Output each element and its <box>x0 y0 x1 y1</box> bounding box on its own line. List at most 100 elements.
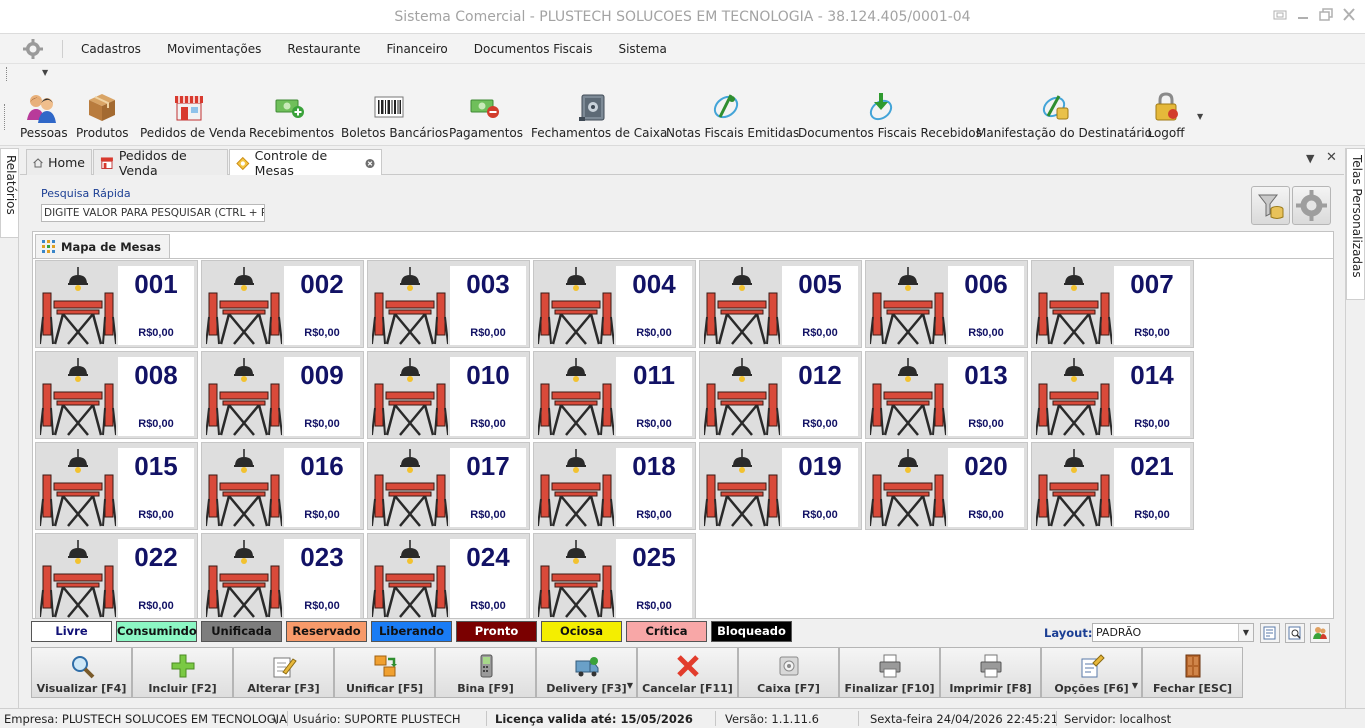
action-fechar-button[interactable]: Fechar [ESC] <box>1142 647 1243 698</box>
layout-select[interactable]: PADRÃO ▼ <box>1092 623 1254 642</box>
layout-users-button[interactable] <box>1310 623 1330 643</box>
action-incluir-button[interactable]: Incluir [F2] <box>132 647 233 698</box>
toolbar-pessoas-button[interactable]: Pessoas <box>20 90 68 144</box>
toolbar-overflow-dropdown-icon[interactable]: ▼ <box>1197 112 1203 121</box>
menu-movimentacoes[interactable]: Movimentações <box>154 34 274 64</box>
mesa-info-panel: 015 R$0,00 <box>118 448 194 527</box>
nfe-received-icon <box>869 93 893 121</box>
minimize-icon[interactable] <box>1295 8 1311 23</box>
mapa-de-mesas-tab[interactable]: Mapa de Mesas <box>35 234 170 258</box>
mesa-value: R$0,00 <box>470 418 506 430</box>
mesa-tile[interactable]: 021 R$0,00 <box>1031 442 1194 530</box>
side-tab-relatorios[interactable]: Relatórios <box>0 148 19 238</box>
layout-edit-button[interactable] <box>1260 623 1280 643</box>
mesa-tile[interactable]: 020 R$0,00 <box>865 442 1028 530</box>
action-bina-button[interactable]: Bina [F9] <box>435 647 536 698</box>
cancel-icon <box>676 655 699 677</box>
toolbar-boletos-button[interactable]: Boletos Bancários <box>341 90 449 144</box>
toolbar-fechamentos-caixa-button[interactable]: Fechamentos de Caixa <box>531 90 667 144</box>
mesa-tile[interactable]: 019 R$0,00 <box>699 442 862 530</box>
action-alterar-button[interactable]: Alterar [F3] <box>233 647 334 698</box>
mesa-tile[interactable]: 002 R$0,00 <box>201 260 364 348</box>
side-tab-telas-personalizadas[interactable]: Telas Personalizadas <box>1346 148 1365 300</box>
toolbar-logoff-button[interactable]: Logoff <box>1146 90 1186 144</box>
divider <box>715 711 716 726</box>
close-icon[interactable] <box>1341 8 1357 23</box>
menu-sistema[interactable]: Sistema <box>605 34 679 64</box>
dining-table-icon <box>704 267 780 345</box>
quick-access-dropdown-icon[interactable]: ▼ <box>42 68 48 77</box>
quick-search-input[interactable]: DIGITE VALOR PARA PESQUISAR (CTRL + P) <box>41 204 265 222</box>
layout-search-button[interactable] <box>1285 623 1305 643</box>
mesa-info-panel: 010 R$0,00 <box>450 357 526 436</box>
toolbar-pedidos-venda-button[interactable]: Pedidos de Venda <box>140 90 246 144</box>
mesa-tile[interactable]: 012 R$0,00 <box>699 351 862 439</box>
mesa-tile[interactable]: 015 R$0,00 <box>35 442 198 530</box>
action-finalizar-button[interactable]: Finalizar [F10] <box>839 647 940 698</box>
mesa-tile[interactable]: 014 R$0,00 <box>1031 351 1194 439</box>
toolbar-notas-emitidas-button[interactable]: Notas Fiscais Emitidas <box>666 90 799 144</box>
settings-button[interactable] <box>1292 186 1331 225</box>
mesa-tile[interactable]: 010 R$0,00 <box>367 351 530 439</box>
toolbar-grip[interactable] <box>6 67 8 81</box>
mesa-tile[interactable]: 023 R$0,00 <box>201 533 364 618</box>
mesa-tile[interactable]: 013 R$0,00 <box>865 351 1028 439</box>
action-opcoes-button[interactable]: Opções [F6] ▼ <box>1041 647 1142 698</box>
filter-database-button[interactable] <box>1251 186 1290 225</box>
mesa-tile[interactable]: 006 R$0,00 <box>865 260 1028 348</box>
mesa-tile[interactable]: 022 R$0,00 <box>35 533 198 618</box>
mesa-tile[interactable]: 009 R$0,00 <box>201 351 364 439</box>
mesa-info-panel: 018 R$0,00 <box>616 448 692 527</box>
mesa-tile[interactable]: 005 R$0,00 <box>699 260 862 348</box>
maximize-icon[interactable] <box>1318 8 1334 23</box>
dining-table-icon <box>870 358 946 436</box>
chevron-down-icon[interactable]: ▼ <box>627 681 633 690</box>
store-icon <box>174 96 203 121</box>
mesa-tile[interactable]: 018 R$0,00 <box>533 442 696 530</box>
action-imprimir-button[interactable]: Imprimir [F8] <box>940 647 1041 698</box>
mesa-value: R$0,00 <box>802 509 838 521</box>
mesa-tile[interactable]: 011 R$0,00 <box>533 351 696 439</box>
tab-home[interactable]: Home <box>26 149 92 175</box>
action-label: Visualizar [F4] <box>36 682 127 695</box>
toolbar-grip[interactable] <box>4 104 6 130</box>
mesa-tile[interactable]: 001 R$0,00 <box>35 260 198 348</box>
mesa-tile[interactable]: 024 R$0,00 <box>367 533 530 618</box>
toolbar-pagamentos-button[interactable]: Pagamentos <box>449 90 523 144</box>
close-tab-icon[interactable] <box>365 158 375 169</box>
mesa-tile[interactable]: 004 R$0,00 <box>533 260 696 348</box>
action-caixa-button[interactable]: Caixa [F7] <box>738 647 839 698</box>
mesa-tile[interactable]: 016 R$0,00 <box>201 442 364 530</box>
toolbar-boletos-label: Boletos Bancários <box>341 126 449 140</box>
action-cancelar-button[interactable]: Cancelar [F11] <box>637 647 738 698</box>
action-unificar-button[interactable]: Unificar [F5] <box>334 647 435 698</box>
chevron-down-icon[interactable]: ▼ <box>1238 624 1253 641</box>
restore-icon[interactable] <box>1272 8 1288 23</box>
mesa-info-panel: 024 R$0,00 <box>450 539 526 618</box>
toolbar-documentos-recebidos-button[interactable]: Documentos Fiscais Recebidos <box>798 90 982 144</box>
tab-controle-mesas[interactable]: Controle de Mesas <box>229 148 382 178</box>
action-delivery-button[interactable]: Delivery [F3] ▼ <box>536 647 637 698</box>
mesa-tile[interactable]: 003 R$0,00 <box>367 260 530 348</box>
menu-documentos-fiscais[interactable]: Documentos Fiscais <box>461 34 606 64</box>
toolbar-produtos-button[interactable]: Produtos <box>76 90 129 144</box>
toolbar-manifestacao-button[interactable]: Manifestação do Destinatário <box>976 90 1152 144</box>
mesa-tile[interactable]: 007 R$0,00 <box>1031 260 1194 348</box>
mesa-number: 017 <box>466 451 510 481</box>
menu-cadastros[interactable]: Cadastros <box>68 34 154 64</box>
close-all-tabs-icon[interactable]: ✕ <box>1326 150 1337 165</box>
tab-pedidos-venda[interactable]: Pedidos de Venda <box>93 148 228 178</box>
menu-financeiro[interactable]: Financeiro <box>373 34 460 64</box>
mesa-tile[interactable]: 017 R$0,00 <box>367 442 530 530</box>
action-visualizar-button[interactable]: Visualizar [F4] <box>31 647 132 698</box>
mesa-info-panel: 017 R$0,00 <box>450 448 526 527</box>
tabs-dropdown-icon[interactable]: ▼ <box>1306 152 1314 165</box>
toolbar-recebimentos-button[interactable]: Recebimentos <box>249 90 334 144</box>
app-menu-gear-icon[interactable] <box>20 38 46 60</box>
mesa-number: 013 <box>964 360 1008 390</box>
mesa-tile[interactable]: 008 R$0,00 <box>35 351 198 439</box>
mesa-tile[interactable]: 025 R$0,00 <box>533 533 696 618</box>
chevron-down-icon[interactable]: ▼ <box>1132 681 1138 690</box>
money-add-icon <box>275 99 304 118</box>
menu-restaurante[interactable]: Restaurante <box>274 34 373 64</box>
